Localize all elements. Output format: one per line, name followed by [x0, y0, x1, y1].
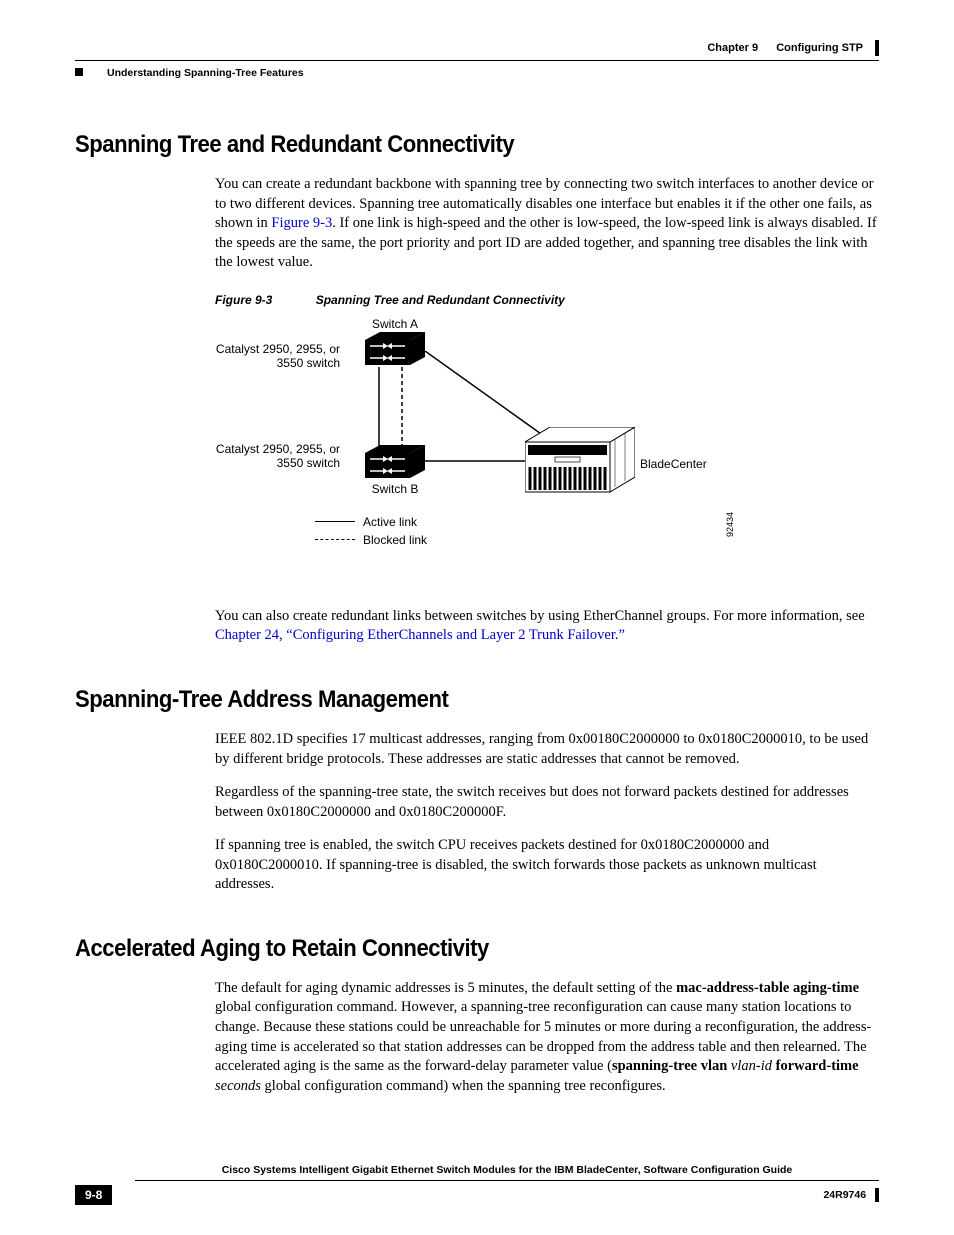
- header-rule: [75, 60, 879, 61]
- switch-b-label: Switch B: [330, 482, 460, 496]
- s3p1i1: vlan-id: [731, 1058, 772, 1074]
- switch-b-icon: [365, 445, 425, 480]
- switch-a-label: Switch A: [330, 317, 460, 331]
- section2-title: Spanning-Tree Address Management: [75, 686, 815, 714]
- chapter-title: Configuring STP: [776, 42, 863, 54]
- doc-id-wrap: 24R9746: [823, 1188, 879, 1202]
- chapter-prefix: Chapter 9: [707, 42, 758, 54]
- chapter-24-link[interactable]: Chapter 24, “Configuring EtherChannels a…: [215, 627, 625, 643]
- doc-id: 24R9746: [823, 1189, 866, 1201]
- section1-title: Spanning Tree and Redundant Connectivity: [75, 131, 815, 159]
- section1-p1: You can create a redundant backbone with…: [215, 175, 879, 273]
- subheader: Understanding Spanning-Tree Features: [107, 67, 304, 79]
- legend-blocked: Blocked link: [315, 533, 427, 547]
- figure-id: 92434: [725, 512, 735, 537]
- doc-id-marker-icon: [875, 1188, 879, 1202]
- figure-number: Figure 9-3: [215, 293, 272, 307]
- header-left-marker-icon: [75, 68, 83, 76]
- figure-caption: Figure 9-3 Spanning Tree and Redundant C…: [215, 293, 879, 307]
- figure-9-3-link[interactable]: Figure 9-3: [271, 215, 332, 231]
- link-a-to-b-blocked: [400, 367, 404, 447]
- subheader-row: Understanding Spanning-Tree Features: [75, 63, 879, 81]
- legend-active: Active link: [315, 515, 417, 529]
- bladecenter-label: BladeCenter: [640, 457, 707, 471]
- switch-a-model-label: Catalyst 2950, 2955, or 3550 switch: [210, 342, 340, 371]
- section1-p2: You can also create redundant links betw…: [215, 607, 879, 646]
- link-b-to-chassis: [425, 459, 535, 463]
- s3p1f: global configuration command) when the s…: [261, 1078, 666, 1094]
- figure-title: Spanning Tree and Redundant Connectivity: [316, 293, 565, 307]
- header-marker-icon: [875, 40, 879, 56]
- section2-p3: If spanning tree is enabled, the switch …: [215, 836, 879, 895]
- section2-p1: IEEE 802.1D specifies 17 multicast addre…: [215, 730, 879, 769]
- section3-title: Accelerated Aging to Retain Connectivity: [75, 935, 815, 963]
- main-content: Spanning Tree and Redundant Connectivity…: [75, 131, 879, 1096]
- s3p1b1: mac-address-table aging-time: [676, 980, 859, 996]
- s3p1i2: seconds: [215, 1078, 261, 1094]
- page-number: 9-8: [75, 1185, 112, 1205]
- s3p1b3: forward-time: [776, 1058, 859, 1074]
- section3-p1: The default for aging dynamic addresses …: [215, 979, 879, 1096]
- bladecenter-icon: [525, 427, 635, 497]
- figure-9-3: Switch A Catalyst 2950, 2955, or 3550 sw…: [215, 317, 775, 577]
- switch-b-model-label: Catalyst 2950, 2955, or 3550 switch: [210, 442, 340, 471]
- switch-a-icon: [365, 332, 425, 367]
- legend-active-label: Active link: [363, 515, 417, 529]
- legend-blocked-label: Blocked link: [363, 533, 427, 547]
- footer-title: Cisco Systems Intelligent Gigabit Ethern…: [135, 1164, 879, 1176]
- s3p1a: The default for aging dynamic addresses …: [215, 980, 676, 996]
- page-footer: Cisco Systems Intelligent Gigabit Ethern…: [75, 1164, 879, 1205]
- section1-p2-a: You can also create redundant links betw…: [215, 608, 865, 624]
- section2-p2: Regardless of the spanning-tree state, t…: [215, 783, 879, 822]
- solid-line-icon: [315, 521, 355, 522]
- footer-rule: [135, 1180, 879, 1181]
- page-header: Chapter 9 Configuring STP: [75, 40, 879, 56]
- s3p1b2: spanning-tree vlan: [612, 1058, 727, 1074]
- link-a-to-b-active: [377, 367, 381, 447]
- dashed-line-icon: [315, 539, 355, 540]
